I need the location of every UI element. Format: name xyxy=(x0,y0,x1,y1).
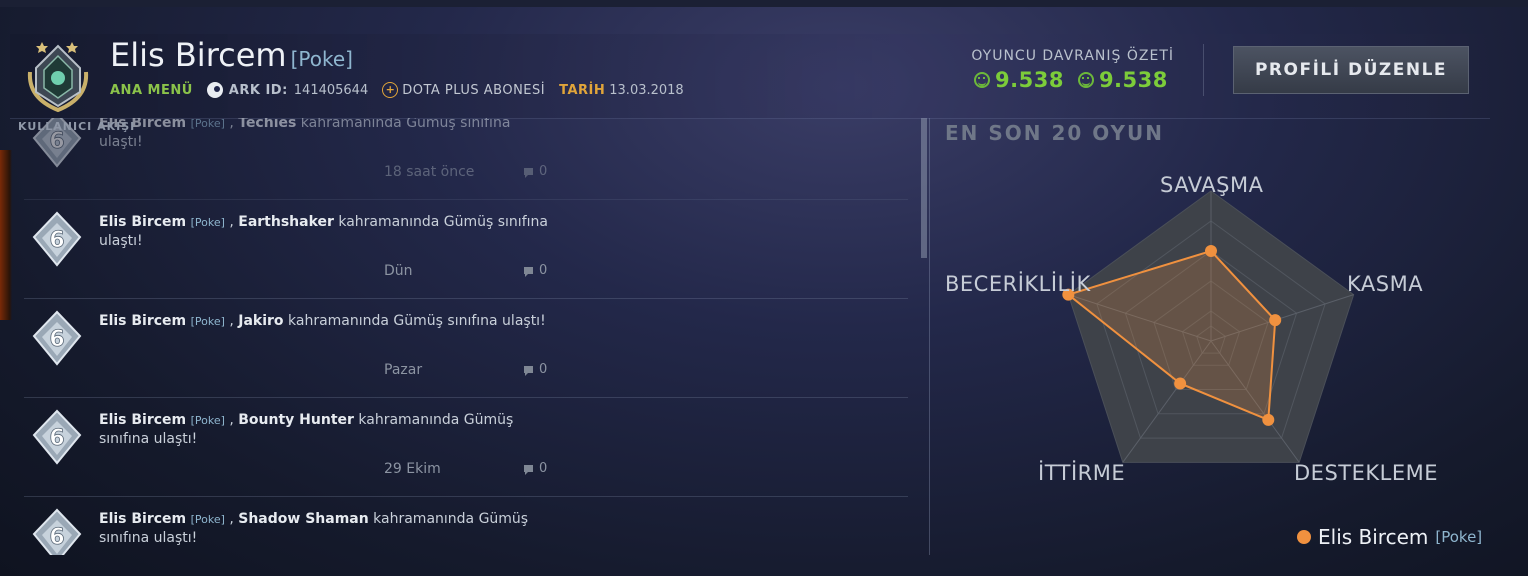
account-id-label: ARK ID: xyxy=(228,82,288,98)
svg-text:6: 6 xyxy=(49,426,64,451)
behavior-score-value: 9.538 xyxy=(995,68,1064,92)
feed-item[interactable]: 6 Elis Bircem [Poke] , Shadow Shaman kahr… xyxy=(24,496,908,555)
behavior-score: 9.538 xyxy=(974,68,1064,92)
feed-hero-name[interactable]: Shadow Shaman xyxy=(238,511,368,527)
guild-tag: [Poke] xyxy=(290,47,353,71)
communication-score-value: 9.538 xyxy=(1098,68,1168,92)
feed-player-name[interactable]: Elis Bircem xyxy=(99,412,186,428)
behavior-title: OYUNCU DAVRANIŞ ÖZETİ xyxy=(971,48,1174,64)
radar-data-point xyxy=(1205,245,1217,257)
smile-icon xyxy=(974,72,990,88)
feed-player-name[interactable]: Elis Bircem xyxy=(99,313,186,329)
radar-axis-label: SAVAŞMA xyxy=(1160,173,1264,197)
profile-subline: ANA MENÜ ARK ID: 141405644 + DOTA PLUS A… xyxy=(110,80,698,100)
dota-plus-label: DOTA PLUS ABONESİ xyxy=(402,82,546,98)
svg-text:6: 6 xyxy=(49,525,64,550)
feed-separator: , xyxy=(229,118,234,131)
radar-data-point xyxy=(1262,413,1275,426)
left-glow xyxy=(0,150,12,320)
comment-icon xyxy=(524,366,533,376)
user-feed-label: KULLANICI AKIŞI xyxy=(18,120,136,133)
feed-separator: , xyxy=(229,511,234,527)
feed-separator: , xyxy=(229,313,234,329)
radar-axis-label: DESTEKLEME xyxy=(1294,461,1438,485)
radar-legend: Elis Bircem [Poke] xyxy=(1297,525,1482,549)
feed-item[interactable]: 6 Elis Bircem [Poke] , Jakiro kahramanınd… xyxy=(24,298,908,398)
behavior-summary: OYUNCU DAVRANIŞ ÖZETİ 9.538 9.538 xyxy=(968,48,1178,92)
feed-item[interactable]: 6 Elis Bircem [Poke] , Earthshaker kahram… xyxy=(24,199,908,299)
feed-hero-name[interactable]: Bounty Hunter xyxy=(238,412,354,428)
communication-score: 9.538 xyxy=(1077,68,1168,92)
feed-player-name[interactable]: Elis Bircem xyxy=(99,511,186,527)
radar-axis-label: İTTİRME xyxy=(1038,461,1126,485)
feed-item-text: Elis Bircem [Poke] , Shadow Shaman kahra… xyxy=(99,510,554,548)
account-id-value: 141405644 xyxy=(293,82,369,98)
radar-data-point xyxy=(1174,377,1187,390)
radar-data-point xyxy=(1269,314,1282,327)
legend-dot xyxy=(1297,530,1311,544)
feed-timestamp: Pazar xyxy=(384,362,423,378)
feed-player-tag: [Poke] xyxy=(190,414,225,427)
legend-tag: [Poke] xyxy=(1435,528,1483,546)
comment-icon xyxy=(524,465,533,475)
feed-player-tag: [Poke] xyxy=(190,315,225,328)
player-name-text: Elis Bircem xyxy=(110,36,287,74)
feed-player-tag: [Poke] xyxy=(190,513,225,526)
feed-item-text: Elis Bircem [Poke] , Jakiro kahramanında… xyxy=(99,312,554,331)
comment-count-value: 0 xyxy=(539,362,548,377)
feed-item-text: Elis Bircem [Poke] , Earthshaker kahrama… xyxy=(99,213,554,251)
steam-icon xyxy=(206,82,223,98)
user-feed[interactable]: 6 Elis Bircem [Poke] , Techies kahramanın… xyxy=(24,118,908,555)
rank-badge-icon: 6 xyxy=(28,310,86,368)
feed-item[interactable]: 6 Elis Bircem [Poke] , Bounty Hunter kahr… xyxy=(24,397,908,497)
radar-axis-label: KASMA xyxy=(1347,272,1424,296)
comment-count[interactable]: 0 xyxy=(524,461,547,476)
rank-badge-icon: 6 xyxy=(28,211,86,269)
smile-icon xyxy=(1077,72,1094,88)
feed-timestamp: Dün xyxy=(384,263,413,279)
legend-name: Elis Bircem xyxy=(1318,525,1429,549)
feed-hero-name[interactable]: Techies xyxy=(238,118,296,131)
comment-count-value: 0 xyxy=(539,164,548,179)
comment-icon xyxy=(524,168,533,178)
feed-item[interactable]: 6 Elis Bircem [Poke] , Techies kahramanın… xyxy=(24,118,908,200)
comment-count[interactable]: 0 xyxy=(524,362,547,377)
feed-timestamp: 29 Ekim xyxy=(384,461,441,477)
svg-text:6: 6 xyxy=(49,327,64,352)
feed-player-tag: [Poke] xyxy=(190,216,225,229)
date-value: 13.03.2018 xyxy=(609,82,684,98)
feed-separator: , xyxy=(229,214,234,230)
feed-message: kahramanında Gümüş sınıfına ulaştı! xyxy=(288,313,546,329)
feed-timestamp: 18 saat önce xyxy=(384,164,475,180)
feed-player-tag: [Poke] xyxy=(190,118,225,130)
edit-profile-button[interactable]: PROFİLİ DÜZENLE xyxy=(1233,46,1469,94)
feed-hero-name[interactable]: Earthshaker xyxy=(238,214,334,230)
feed-separator: , xyxy=(229,412,234,428)
date-label: TARİH xyxy=(559,82,606,98)
feed-item-text: Elis Bircem [Poke] , Bounty Hunter kahra… xyxy=(99,411,554,449)
header-divider xyxy=(1203,44,1204,96)
comment-count-value: 0 xyxy=(539,263,548,278)
comment-count[interactable]: 0 xyxy=(524,164,547,179)
dota-plus-icon: + xyxy=(382,82,399,98)
player-name: Elis Bircem [Poke] xyxy=(110,36,353,74)
main-menu-link[interactable]: ANA MENÜ xyxy=(110,83,193,98)
rank-medal-icon xyxy=(27,42,89,113)
comment-count-value: 0 xyxy=(539,461,548,476)
feed-scrollbar[interactable] xyxy=(921,118,927,258)
radar-axis-label: BECERİKLİLİK xyxy=(945,272,1091,296)
svg-text:6: 6 xyxy=(49,228,64,253)
top-strip xyxy=(0,0,1528,7)
feed-item-text: Elis Bircem [Poke] , Techies kahramanınd… xyxy=(99,118,554,152)
feed-player-name[interactable]: Elis Bircem xyxy=(99,214,186,230)
comment-count[interactable]: 0 xyxy=(524,263,547,278)
rank-badge-icon: 6 xyxy=(28,508,86,555)
comment-icon xyxy=(524,267,533,277)
feed-hero-name[interactable]: Jakiro xyxy=(238,313,283,329)
rank-badge-icon: 6 xyxy=(28,409,86,467)
